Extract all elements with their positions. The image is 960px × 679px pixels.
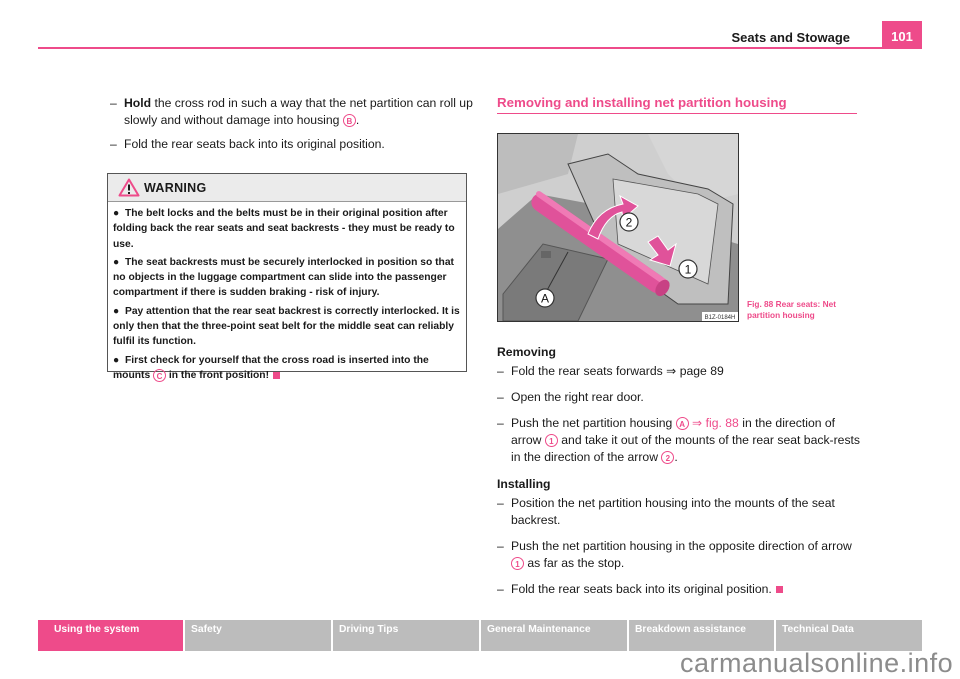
nav-tab-technical-data[interactable]: Technical Data — [776, 620, 922, 651]
warning-item: ● The belt locks and the belts must be i… — [113, 208, 455, 250]
step-text: Push the net partition housing in the op… — [511, 539, 852, 553]
warning-body: ● The belt locks and the belts must be i… — [108, 202, 466, 383]
warning-item-text: The seat backrests must be securely inte… — [113, 256, 454, 299]
nav-tab-driving-tips[interactable]: Driving Tips — [333, 620, 479, 651]
warning-item: ● The seat backrests must be securely in… — [113, 256, 454, 299]
section-rule — [497, 113, 857, 114]
step-text: Fold the rear seats back into its origin… — [124, 137, 385, 151]
header-rule — [38, 47, 922, 49]
step-text: and take it out of the mounts of the rea… — [511, 433, 861, 464]
step-text: . — [674, 450, 678, 464]
figure-caption: Fig. 88 Rear seats: Net partition housin… — [747, 299, 836, 320]
end-mark — [775, 586, 783, 594]
end-mark — [273, 371, 280, 379]
step-text: Push the net partition housing — [511, 416, 676, 430]
badge-1: 1 — [511, 557, 524, 571]
step-text: as far as the stop. — [524, 556, 625, 570]
removing-step-1: – Fold the rear seats forwards ⇒ page 89 — [497, 363, 862, 380]
warning-triangle-icon — [118, 178, 140, 197]
nav-tab-using-the-system[interactable]: Using the system — [38, 620, 183, 651]
badge-c: C — [153, 368, 167, 382]
warning-title: WARNING — [144, 181, 207, 195]
figure-label-2: 2 — [626, 216, 633, 230]
warning-item: ● First check for yourself that the cros… — [113, 354, 429, 382]
warning-header: WARNING — [108, 174, 466, 202]
page-number: 101 — [882, 21, 922, 48]
nav-tab-breakdown-assistance[interactable]: Breakdown assistance — [629, 620, 774, 651]
dash: – — [110, 96, 117, 110]
installing-step-3: – Fold the rear seats back into its orig… — [497, 581, 862, 598]
warning-item-text: The belt locks and the belts must be in … — [113, 208, 455, 250]
dash: – — [497, 364, 504, 378]
step-fold: – Fold the rear seats back into its orig… — [110, 136, 475, 153]
step-text: Fold the rear seats forwards ⇒ page 89 — [511, 364, 724, 378]
figure-code: B1Z-0184H — [705, 315, 736, 321]
badge-b: B — [342, 114, 356, 128]
step-text: Fold the rear seats back into its origin… — [511, 582, 772, 596]
badge-2: 2 — [661, 451, 675, 465]
dash: – — [497, 496, 504, 510]
dash: – — [110, 137, 117, 151]
figure-illustration: A 2 1 B1Z-0184H — [498, 134, 738, 321]
badge-a: A — [675, 417, 689, 431]
step-text: Open the right rear door. — [511, 390, 644, 404]
warning-box: WARNING ● The belt locks and the belts m… — [107, 173, 467, 382]
warning-item: ● Pay attention that the rear seat backr… — [113, 305, 460, 348]
removing-step-3: – Push the net partition housing A ⇒ fig… — [497, 415, 862, 466]
dash: – — [497, 416, 504, 430]
figure-net-partition-housing: A 2 1 B1Z-0184H — [497, 133, 739, 322]
dash: – — [497, 390, 504, 404]
section-title: Removing and installing net partition ho… — [497, 95, 787, 110]
step-text: the cross rod in such a way that the net… — [124, 96, 473, 127]
warning-item-text: Pay attention that the rear seat backres… — [113, 305, 460, 348]
installing-step-2: – Push the net partition housing in the … — [497, 538, 862, 572]
step-text: Position the net partition housing into … — [511, 496, 835, 527]
step-hold: – Hold the cross rod in such a way that … — [110, 95, 475, 129]
nav-tab-safety[interactable]: Safety — [185, 620, 331, 651]
chapter-title: Seats and Stowage — [731, 30, 850, 45]
dash: – — [497, 582, 504, 596]
badge-1: 1 — [544, 434, 558, 448]
figure-link[interactable]: ⇒ fig. 88 — [689, 416, 739, 430]
removing-step-2: – Open the right rear door. — [497, 389, 862, 406]
step-text: . — [355, 113, 360, 127]
step-bold: Hold — [124, 96, 152, 110]
dash: – — [497, 539, 504, 553]
warning-item-text: in the front position! — [166, 369, 269, 381]
removing-heading: Removing — [497, 345, 556, 359]
figure-label-1: 1 — [685, 263, 692, 277]
installing-step-1: – Position the net partition housing int… — [497, 495, 862, 529]
nav-tab-general-maintenance[interactable]: General Maintenance — [481, 620, 627, 651]
installing-heading: Installing — [497, 477, 551, 491]
figure-label-a: A — [541, 292, 549, 306]
watermark: carmanualsonline.info — [680, 648, 954, 678]
